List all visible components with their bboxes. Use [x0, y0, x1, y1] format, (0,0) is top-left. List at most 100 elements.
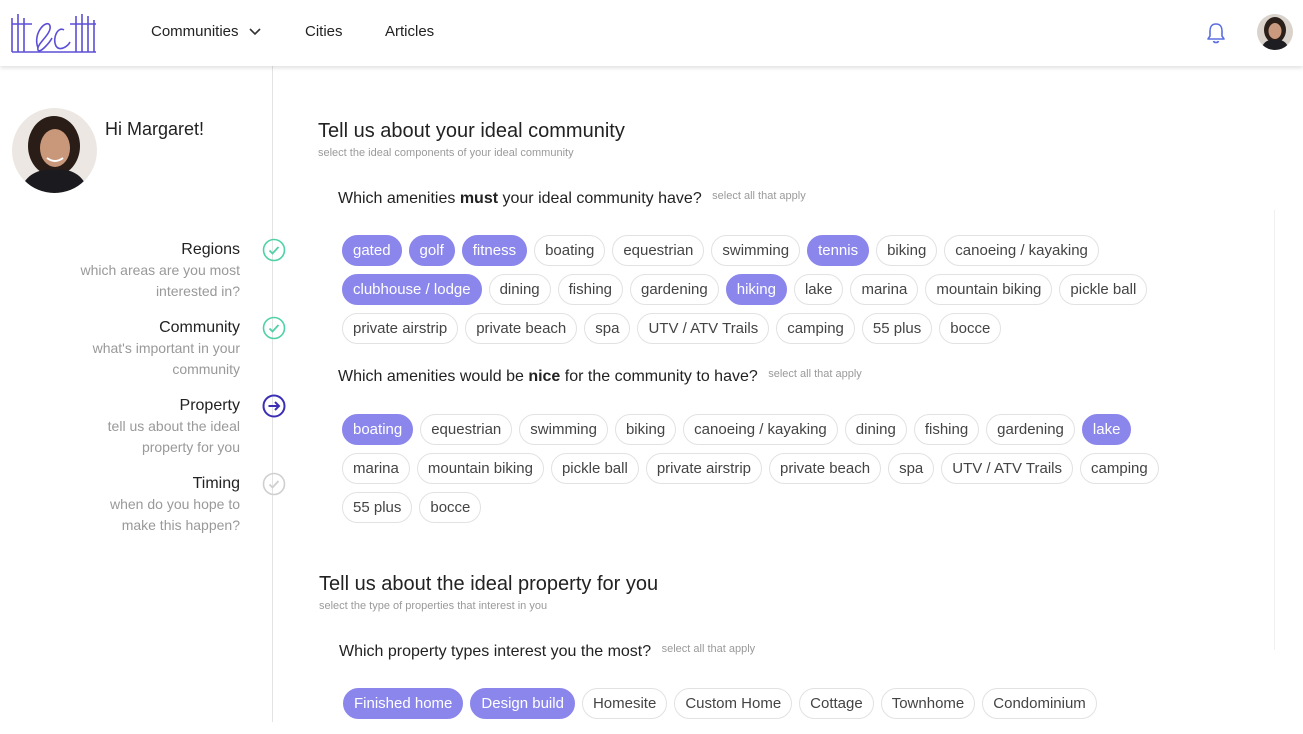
must-amenities-question: Which amenities must your ideal communit…: [338, 190, 806, 208]
nice-chip-camping[interactable]: camping: [1080, 453, 1159, 484]
must-chip-gated[interactable]: gated: [342, 235, 402, 266]
must-chip-swimming[interactable]: swimming: [711, 235, 801, 266]
must-chip-fitness[interactable]: fitness: [461, 235, 528, 266]
question-text: Which amenities would be: [338, 368, 529, 385]
property-types-question: Which property types interest you the mo…: [339, 643, 755, 661]
question-text: Which property types interest you the mo…: [339, 643, 652, 660]
profile-avatar: [12, 108, 97, 193]
step-subtitle-line: make this happen?: [121, 517, 240, 533]
step-subtitle-line: property for you: [141, 439, 240, 455]
must-chip-private-beach[interactable]: private beach: [465, 313, 578, 344]
nice-chip-boating[interactable]: boating: [342, 414, 414, 445]
nice-chip-canoeing-kayaking[interactable]: canoeing / kayaking: [683, 414, 838, 445]
must-chip-tennis[interactable]: tennis: [807, 235, 870, 266]
greeting-text: Hi Margaret!: [105, 119, 205, 139]
nice-chip-equestrian[interactable]: equestrian: [420, 414, 513, 445]
select-hint: select all that apply: [661, 643, 756, 655]
bell-icon[interactable]: [1205, 21, 1227, 45]
must-chip-fishing[interactable]: fishing: [557, 274, 623, 305]
nice-chip-pickle-ball[interactable]: pickle ball: [550, 453, 639, 484]
user-avatar[interactable]: [1257, 14, 1293, 50]
question-text: your ideal community have?: [498, 190, 702, 207]
nice-chip-spa[interactable]: spa: [888, 453, 935, 484]
nav-articles[interactable]: Articles: [385, 23, 434, 40]
nice-chip-bocce[interactable]: bocce: [419, 492, 482, 523]
must-chip-private-airstrip[interactable]: private airstrip: [342, 313, 459, 344]
step-subtitle-line: tell us about the ideal: [107, 418, 240, 434]
content-edge-line: [1274, 210, 1275, 650]
nice-chip-private-airstrip[interactable]: private airstrip: [645, 453, 763, 484]
chevron-down-icon: [249, 28, 261, 36]
must-chip-hiking[interactable]: hiking: [725, 274, 787, 305]
step-timing[interactable]: Timing when do you hope to make this hap…: [60, 475, 240, 536]
question-emphasis: must: [459, 190, 499, 207]
property-chip-finished-home[interactable]: Finished home: [343, 688, 464, 719]
must-chip-boating[interactable]: boating: [534, 235, 606, 266]
must-chip-gardening[interactable]: gardening: [630, 274, 719, 305]
property-chip-cottage[interactable]: Cottage: [799, 688, 874, 719]
step-community[interactable]: Community what's important in your commu…: [60, 319, 240, 380]
question-text: Which amenities: [338, 190, 460, 207]
property-chip-homesite[interactable]: Homesite: [581, 688, 668, 719]
community-section-title: Tell us about your ideal community: [318, 120, 625, 142]
check-circle-icon: [262, 238, 286, 262]
nice-chip-utv-atv-trails[interactable]: UTV / ATV Trails: [941, 453, 1074, 484]
property-chip-custom-home[interactable]: Custom Home: [674, 688, 793, 719]
nice-chip-marina[interactable]: marina: [342, 453, 410, 484]
check-circle-icon: [262, 316, 286, 340]
nice-chip-dining[interactable]: dining: [844, 414, 907, 445]
must-chip-bocce[interactable]: bocce: [939, 313, 1002, 344]
question-emphasis: nice: [528, 368, 561, 385]
property-chip-condominium[interactable]: Condominium: [982, 688, 1097, 719]
nav-communities[interactable]: Communities: [151, 23, 261, 40]
select-hint: select all that apply: [712, 190, 806, 202]
must-chip-clubhouse-lodge[interactable]: clubhouse / lodge: [342, 274, 482, 305]
property-chip-townhome[interactable]: Townhome: [880, 688, 976, 719]
must-chip-pickle-ball[interactable]: pickle ball: [1059, 274, 1148, 305]
step-property[interactable]: Property tell us about the ideal propert…: [60, 397, 240, 458]
step-subtitle: tell us about the ideal property for you: [60, 416, 240, 458]
arrow-right-circle-icon: [262, 394, 286, 418]
nice-chip-biking[interactable]: biking: [614, 414, 677, 445]
must-chip-marina[interactable]: marina: [850, 274, 919, 305]
step-subtitle-line: which areas are you most: [80, 262, 240, 278]
step-subtitle-line: community: [172, 361, 240, 377]
step-title: Regions: [181, 241, 240, 258]
must-chip-biking[interactable]: biking: [876, 235, 938, 266]
logo-icon[interactable]: [10, 12, 100, 54]
property-chip-design-build[interactable]: Design build: [470, 688, 575, 719]
step-subtitle-line: what's important in your: [92, 340, 240, 356]
must-amenities-chip-group: gated golf fitness boating equestrian swimmin…: [342, 235, 1172, 344]
step-title: Community: [159, 319, 240, 336]
nice-chip-swimming[interactable]: swimming: [519, 414, 608, 445]
nice-chip-fishing[interactable]: fishing: [913, 414, 980, 445]
property-types-chip-group: Finished home Design build Homesite Custom …: [343, 688, 1243, 719]
must-chip-camping[interactable]: camping: [776, 313, 855, 344]
step-subtitle: which areas are you most interested in?: [60, 260, 240, 302]
must-chip-golf[interactable]: golf: [408, 235, 455, 266]
must-chip-55-plus[interactable]: 55 plus: [861, 313, 933, 344]
must-chip-dining[interactable]: dining: [488, 274, 551, 305]
step-regions[interactable]: Regions which areas are you most interes…: [60, 241, 240, 302]
nice-amenities-question: Which amenities would be nice for the co…: [338, 368, 862, 386]
step-subtitle-line: interested in?: [155, 283, 240, 299]
must-chip-lake[interactable]: lake: [793, 274, 844, 305]
step-subtitle-line: when do you hope to: [110, 496, 240, 512]
nice-chip-55-plus[interactable]: 55 plus: [342, 492, 413, 523]
top-navbar: Communities Cities Articles: [0, 0, 1303, 66]
nice-chip-lake[interactable]: lake: [1081, 414, 1132, 445]
must-chip-utv-atv-trails[interactable]: UTV / ATV Trails: [637, 313, 770, 344]
must-chip-spa[interactable]: spa: [584, 313, 631, 344]
step-title: Timing: [192, 475, 240, 492]
must-chip-equestrian[interactable]: equestrian: [612, 235, 705, 266]
nav-cities[interactable]: Cities: [305, 23, 343, 40]
step-title: Property: [179, 397, 240, 414]
nice-chip-gardening[interactable]: gardening: [986, 414, 1075, 445]
nice-chip-private-beach[interactable]: private beach: [769, 453, 882, 484]
must-chip-mountain-biking[interactable]: mountain biking: [925, 274, 1053, 305]
avatar-photo: [1257, 14, 1293, 50]
nice-chip-mountain-biking[interactable]: mountain biking: [416, 453, 544, 484]
must-chip-canoeing-kayaking[interactable]: canoeing / kayaking: [944, 235, 1099, 266]
nice-amenities-chip-group: boating equestrian swimming biking canoeing …: [342, 414, 1187, 523]
community-section-subtitle: select the ideal components of your idea…: [318, 147, 574, 159]
